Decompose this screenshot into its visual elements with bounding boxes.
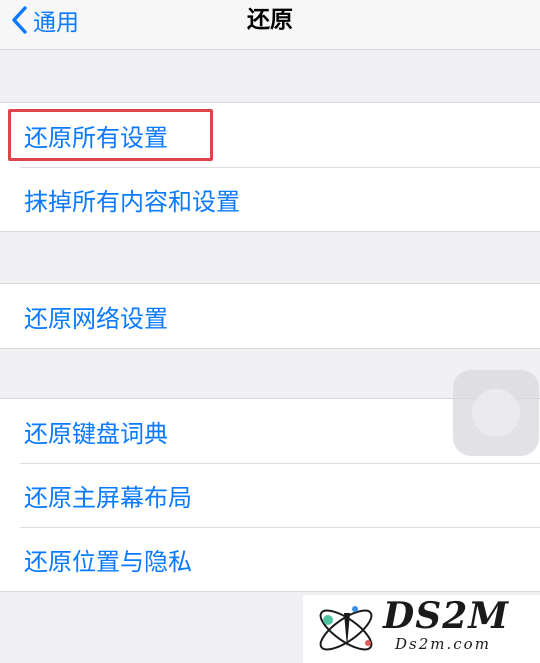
erase-all-content-label: 抹掉所有内容和设置 [24,187,240,216]
navigation-bar: 通用 还原 [0,0,540,50]
page-title: 还原 [247,7,293,33]
watermark-domain: Ds2m.com [395,635,491,653]
reset-home-screen-layout-row[interactable]: 还原主屏幕布局 [0,463,540,527]
reset-location-privacy-label: 还原位置与隐私 [24,547,192,576]
reset-all-settings-row[interactable]: 还原所有设置 [0,103,540,167]
reset-group-1: 还原所有设置 抹掉所有内容和设置 [0,102,540,232]
reset-network-settings-label: 还原网络设置 [24,304,168,333]
watermark-brand: DS2M [383,595,510,637]
assistive-touch-inner [472,389,520,437]
reset-network-settings-row[interactable]: 还原网络设置 [0,284,540,348]
reset-keyboard-dictionary-label: 还原键盘词典 [24,419,168,448]
erase-all-content-row[interactable]: 抹掉所有内容和设置 [0,167,540,231]
atom-logo-icon [319,606,373,651]
assistive-touch-button[interactable] [453,370,539,456]
reset-location-privacy-row[interactable]: 还原位置与隐私 [0,527,540,591]
reset-home-screen-layout-label: 还原主屏幕布局 [24,483,192,512]
reset-all-settings-label: 还原所有设置 [24,123,168,152]
reset-group-2: 还原网络设置 [0,283,540,349]
watermark: DS2M Ds2m.com [303,595,540,663]
